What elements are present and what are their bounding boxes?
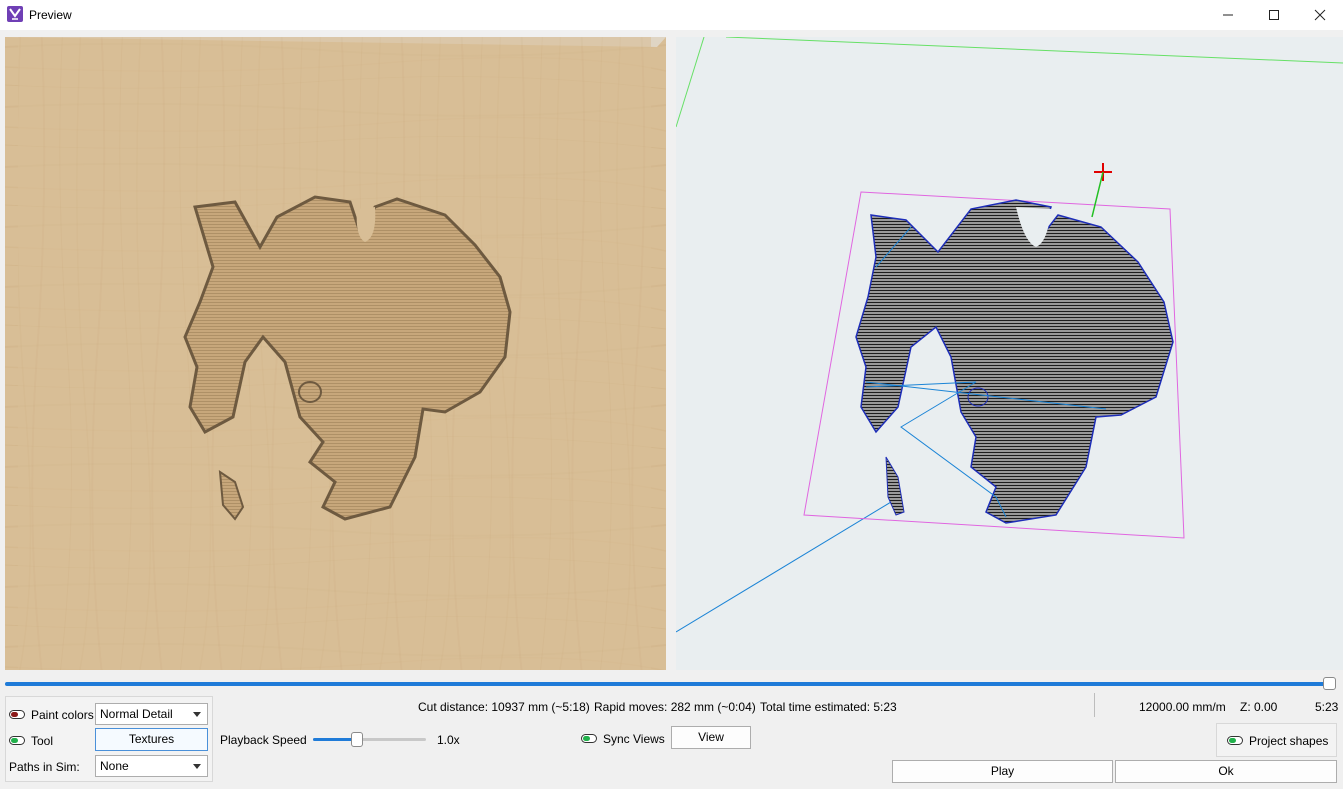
ok-button[interactable]: Ok (1115, 760, 1337, 783)
textures-button[interactable]: Textures (95, 728, 208, 751)
paths-in-sim-label: Paths in Sim: (9, 760, 80, 774)
toggle-knob (11, 738, 18, 743)
playback-speed-fill (313, 738, 353, 741)
play-button[interactable]: Play (892, 760, 1113, 783)
toolpath-viewport[interactable] (676, 37, 1343, 670)
playback-speed-value: 1.0x (437, 733, 460, 747)
minimize-icon (1223, 14, 1233, 16)
simulation-3d-viewport[interactable] (5, 37, 666, 670)
timeline-track (5, 682, 1330, 686)
toggle-knob (11, 712, 18, 717)
cut-distance-text: Cut distance: 10937 mm (~5:18) (418, 700, 590, 714)
minimize-button[interactable] (1205, 0, 1251, 30)
divider (1094, 693, 1095, 717)
view-button[interactable]: View (671, 726, 751, 749)
close-button[interactable] (1297, 0, 1343, 30)
sync-views-label: Sync Views (603, 732, 665, 746)
wood-stock-render (5, 37, 666, 670)
paths-in-sim-select[interactable]: None (95, 755, 208, 777)
paint-colors-label: Paint colors (31, 708, 94, 722)
app-logo-icon (7, 6, 23, 22)
rapid-moves-text: Rapid moves: 282 mm (~0:04) (594, 700, 756, 714)
project-shapes-toggle[interactable] (1227, 736, 1243, 745)
tool-label: Tool (31, 734, 54, 748)
time-readout: 5:23 (1315, 700, 1339, 714)
project-shapes-label: Project shapes (1249, 734, 1329, 748)
z-readout: Z: 0.00 (1240, 700, 1278, 714)
chevron-down-icon (193, 764, 201, 769)
detail-level-select[interactable]: Normal Detail (95, 703, 208, 725)
tool-toggle[interactable] (9, 736, 25, 745)
sync-views-toggle[interactable] (581, 734, 597, 743)
playback-speed-label: Playback Speed (220, 733, 307, 747)
detail-level-value: Normal Detail (100, 707, 173, 721)
title-bar: Preview (0, 0, 1343, 30)
toggle-knob (583, 736, 590, 741)
toolpath-render (676, 37, 1343, 633)
chevron-down-icon (193, 712, 201, 717)
total-time-text: Total time estimated: 5:23 (760, 700, 897, 714)
toggle-knob (1229, 738, 1236, 743)
timeline-handle[interactable] (1323, 677, 1336, 690)
simulation-timeline-slider[interactable] (5, 677, 1337, 690)
playback-speed-slider[interactable] (351, 732, 363, 747)
tool-position-marker (1091, 163, 1112, 218)
maximize-button[interactable] (1251, 0, 1297, 30)
maximize-icon (1269, 10, 1279, 20)
feed-rate-readout: 12000.00 mm/m (1139, 700, 1226, 714)
window-title: Preview (29, 8, 72, 22)
close-icon (1314, 9, 1326, 21)
paths-in-sim-value: None (100, 759, 129, 773)
paint-colors-toggle[interactable] (9, 710, 25, 719)
